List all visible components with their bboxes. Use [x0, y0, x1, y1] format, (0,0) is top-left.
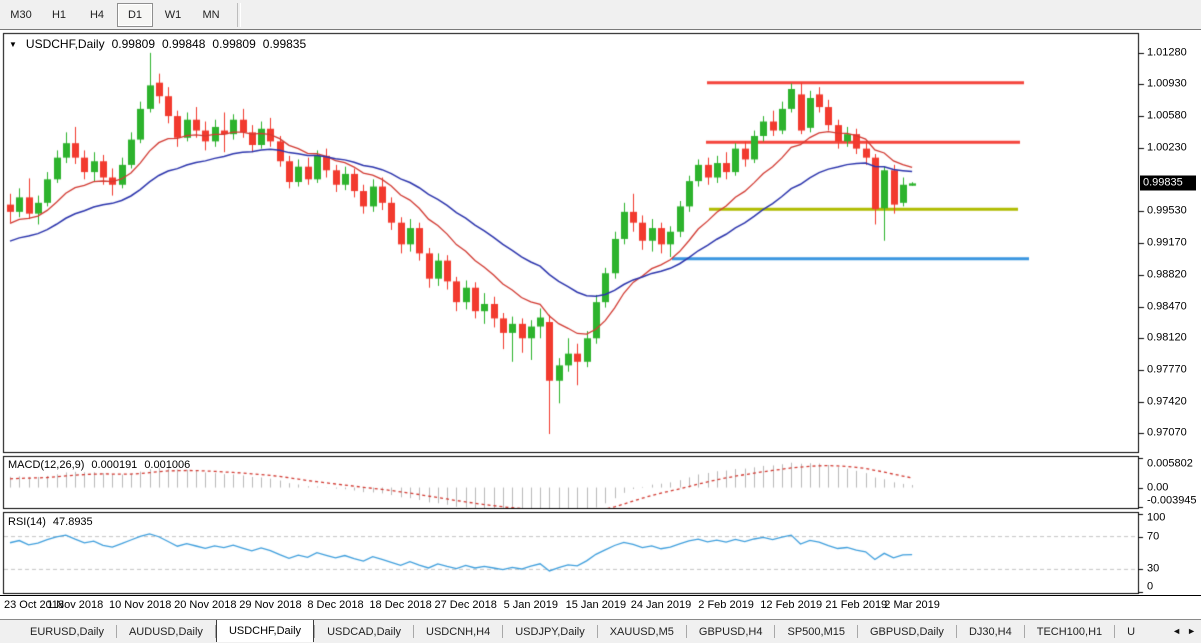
symbol-tab-bar: EURUSD,DailyAUDUSD,DailyUSDCHF,DailyUSDC… — [0, 619, 1201, 643]
tab-scroll-arrows: ◄ ► — [1169, 624, 1199, 638]
date-axis-label: 2 Mar 2019 — [884, 600, 940, 611]
rsi-axis-label: 0 — [1147, 582, 1153, 593]
tab-usdchf-daily[interactable]: USDCHF,Daily — [216, 619, 314, 642]
price-axis-label: 0.97070 — [1147, 428, 1187, 439]
toolbar-separator — [237, 3, 241, 27]
timeframe-button-m30[interactable]: M30 — [3, 3, 39, 27]
tab-gbpusd-daily[interactable]: GBPUSD,Daily — [858, 620, 956, 643]
ohlc-low: 0.99809 — [212, 37, 255, 51]
tab-scroll-left-icon[interactable]: ◄ — [1172, 626, 1181, 636]
rsi-axis-label: 100 — [1147, 513, 1165, 524]
timeframe-button-h4[interactable]: H4 — [79, 3, 115, 27]
macd-indicator-label: MACD(12,26,9) 0.000191 0.001006 — [8, 459, 190, 471]
tab-usdjpy-daily[interactable]: USDJPY,Daily — [503, 620, 597, 643]
price-axis-label: 1.00230 — [1147, 142, 1187, 153]
tab-usdcnh-h4[interactable]: USDCNH,H4 — [414, 620, 502, 643]
tab-usdcad-daily[interactable]: USDCAD,Daily — [315, 620, 413, 643]
date-axis-label: 12 Feb 2019 — [760, 600, 822, 611]
date-axis-label: 8 Dec 2018 — [307, 600, 363, 611]
macd-axis-label: 0.00 — [1147, 482, 1168, 493]
price-axis-label: 1.01280 — [1147, 47, 1187, 58]
timeframe-button-mn[interactable]: MN — [193, 3, 229, 27]
macd-axis-label: -0.003945 — [1147, 496, 1197, 507]
date-axis-label: 5 Jan 2019 — [504, 600, 558, 611]
date-axis-label: 15 Jan 2019 — [566, 600, 627, 611]
macd-axis-label: 0.005802 — [1147, 459, 1193, 470]
current-price-badge: 0.99835 — [1140, 176, 1196, 191]
ohlc-open: 0.99809 — [112, 37, 155, 51]
chart-symbol-label: USDCHF,Daily — [26, 37, 105, 51]
macd-name: MACD(12,26,9) — [8, 459, 84, 471]
ohlc-high: 0.99848 — [162, 37, 205, 51]
date-axis-label: 21 Feb 2019 — [825, 600, 887, 611]
macd-value-main: 0.000191 — [91, 459, 137, 471]
tab-xauusd-m5[interactable]: XAUUSD,M5 — [598, 620, 686, 643]
macd-value-signal: 0.001006 — [144, 459, 190, 471]
timeframe-button-h1[interactable]: H1 — [41, 3, 77, 27]
date-axis-label: 2 Feb 2019 — [698, 600, 754, 611]
ohlc-close: 0.99835 — [263, 37, 306, 51]
rsi-axis-label: 70 — [1147, 531, 1159, 542]
rsi-axis-label: 30 — [1147, 564, 1159, 575]
date-axis-label: 20 Nov 2018 — [174, 600, 236, 611]
tab-eurusd-daily[interactable]: EURUSD,Daily — [18, 620, 116, 643]
rsi-name: RSI(14) — [8, 516, 46, 528]
tab-sp500-m15[interactable]: SP500,M15 — [775, 620, 856, 643]
date-axis-label: 18 Dec 2018 — [369, 600, 431, 611]
price-chart-canvas[interactable] — [0, 30, 1201, 595]
timeframe-button-d1[interactable]: D1 — [117, 3, 153, 27]
rsi-indicator-label: RSI(14) 47.8935 — [8, 516, 93, 528]
symbol-dropdown-icon[interactable]: ▼ — [9, 40, 17, 49]
date-axis-label: 27 Dec 2018 — [434, 600, 496, 611]
date-axis-label: 1 Nov 2018 — [47, 600, 103, 611]
price-axis-label: 1.00580 — [1147, 111, 1187, 122]
tab-dj30-h4[interactable]: DJ30,H4 — [957, 620, 1024, 643]
price-axis-label: 1.00930 — [1147, 79, 1187, 90]
price-axis-label: 0.98120 — [1147, 333, 1187, 344]
date-axis-label: 29 Nov 2018 — [239, 600, 301, 611]
price-axis-label: 0.97770 — [1147, 364, 1187, 375]
timeframe-toolbar: M30H1H4D1W1MN — [0, 0, 1201, 30]
tab-audusd-daily[interactable]: AUDUSD,Daily — [117, 620, 215, 643]
price-axis-label: 0.99170 — [1147, 238, 1187, 249]
price-axis-label: 0.98820 — [1147, 270, 1187, 281]
trading-platform-window: { "toolbar": { "buttons": [ {"label": "M… — [0, 0, 1201, 643]
chart-title: ▼ USDCHF,Daily 0.99809 0.99848 0.99809 0… — [9, 37, 306, 51]
date-axis-label: 10 Nov 2018 — [109, 600, 171, 611]
price-axis-label: 0.99530 — [1147, 205, 1187, 216]
date-axis-label: 24 Jan 2019 — [631, 600, 692, 611]
tab-scroll-right-icon[interactable]: ► — [1187, 626, 1196, 636]
tab-gbpusd-h4[interactable]: GBPUSD,H4 — [687, 620, 775, 643]
tab-u[interactable]: U — [1115, 620, 1147, 643]
price-axis-label: 0.97420 — [1147, 396, 1187, 407]
timeframe-button-w1[interactable]: W1 — [155, 3, 191, 27]
rsi-value: 47.8935 — [53, 516, 93, 528]
price-axis-label: 0.98470 — [1147, 301, 1187, 312]
tab-tech100-h1[interactable]: TECH100,H1 — [1025, 620, 1114, 643]
